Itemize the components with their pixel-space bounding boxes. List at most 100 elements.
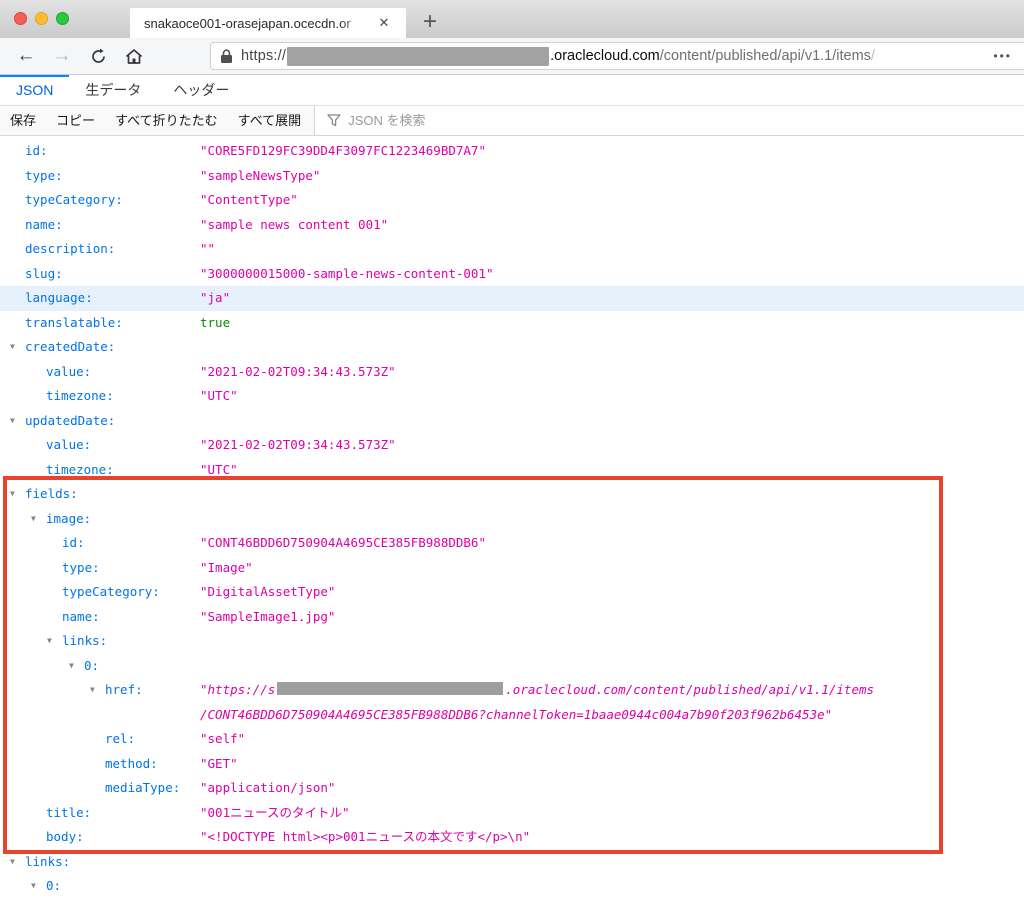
json-value: "CORE5FD129FC39DD4F3097FC1223469BD7A7" [200, 143, 486, 158]
twisty-icon[interactable]: ▼ [10, 850, 15, 875]
forward-icon[interactable]: → [44, 41, 80, 71]
tab-title: snakaoce001-orasejapan.ocecdn.or [144, 16, 370, 31]
new-tab-button[interactable]: + [414, 8, 446, 38]
json-value: "application/json" [200, 780, 335, 795]
twisty-icon[interactable]: ▼ [90, 678, 95, 703]
json-key: id: [25, 139, 48, 164]
json-row: ▼ image: [0, 507, 1024, 532]
json-rows: id: "CORE5FD129FC39DD4F3097FC1223469BD7A7… [0, 136, 1024, 898]
json-row: ▼ links: [0, 629, 1024, 654]
url-bar[interactable]: https:// .oraclecloud.com /content/publi… [210, 42, 1024, 70]
json-row: description:"" [0, 237, 1024, 262]
twisty-icon[interactable]: ▼ [10, 409, 15, 434]
json-key: createdDate: [25, 335, 115, 360]
json-row: id: "CORE5FD129FC39DD4F3097FC1223469BD7A7… [0, 139, 1024, 164]
json-value: "ja" [200, 290, 230, 305]
json-value: "Image" [200, 560, 253, 575]
json-row: value:"2021-02-02T09:34:43.573Z" [0, 360, 1024, 385]
json-value: "self" [200, 731, 245, 746]
json-row: ▼ links: [0, 850, 1024, 875]
json-row: typeCategory:"DigitalAssetType" [0, 580, 1024, 605]
json-value: "sample news content 001" [200, 217, 388, 232]
toolbar-buttons: 保存コピーすべて折りたたむすべて展開 [0, 106, 311, 135]
window-zoom-button[interactable] [56, 12, 69, 25]
toolbar-button[interactable]: コピー [46, 106, 105, 135]
twisty-icon[interactable]: ▼ [47, 629, 52, 654]
json-key: value: [46, 433, 91, 458]
viewer-tab-ヘッダー[interactable]: ヘッダー [157, 75, 245, 105]
twisty-icon[interactable]: ▼ [31, 507, 36, 532]
json-row: ▼ createdDate: [0, 335, 1024, 360]
json-filter-input[interactable] [348, 113, 1024, 128]
window-minimize-button[interactable] [35, 12, 48, 25]
json-value: "https://s.oraclecloud.com/content/publi… [200, 682, 874, 722]
window-close-button[interactable] [14, 12, 27, 25]
twisty-icon[interactable]: ▼ [69, 654, 74, 679]
json-key: updatedDate: [25, 409, 115, 434]
json-key: links: [62, 629, 107, 654]
json-row: ▼ fields: [0, 482, 1024, 507]
json-value: "001ニュースのタイトル" [200, 805, 350, 820]
json-value: "2021-02-02T09:34:43.573Z" [200, 364, 396, 379]
json-value: "UTC" [200, 388, 238, 403]
toolbar-button[interactable]: すべて折りたたむ [105, 106, 228, 135]
json-key: 0: [84, 654, 99, 679]
json-key: slug: [25, 262, 63, 287]
json-key: typeCategory: [25, 188, 123, 213]
json-row: name:"SampleImage1.jpg" [0, 605, 1024, 630]
home-icon[interactable] [116, 41, 152, 71]
json-key: links: [25, 850, 70, 875]
viewer-tab-JSON[interactable]: JSON [0, 75, 69, 105]
json-row: mediaType:"application/json" [0, 776, 1024, 801]
json-value: "2021-02-02T09:34:43.573Z" [200, 437, 396, 452]
back-icon[interactable]: ← [8, 41, 44, 71]
json-viewer-toolbar: 保存コピーすべて折りたたむすべて展開 [0, 106, 1024, 136]
url-path: /content/published/api/v1.1/items [660, 48, 871, 64]
browser-tab[interactable]: snakaoce001-orasejapan.ocecdn.or ✕ [130, 8, 406, 38]
json-value: "" [200, 241, 215, 256]
json-value: "UTC" [200, 462, 238, 477]
json-key: image: [46, 507, 91, 532]
json-row: ▼ updatedDate: [0, 409, 1024, 434]
json-value: "DigitalAssetType" [200, 584, 335, 599]
json-value: "<!DOCTYPE html><p>001ニュースの本文です</p>\n" [200, 829, 530, 844]
json-row: slug:"3000000015000-sample-news-content-… [0, 262, 1024, 287]
url-scheme: https:// [241, 48, 286, 64]
json-row: ▼0: [0, 874, 1024, 898]
json-row: body: "<!DOCTYPE html><p>001ニュースの本文です</p>… [0, 825, 1024, 850]
json-key: timezone: [46, 458, 114, 483]
tab-close-icon[interactable]: ✕ [370, 15, 398, 31]
twisty-icon[interactable]: ▼ [31, 874, 36, 898]
json-key: body: [46, 825, 84, 850]
json-key: id: [62, 531, 85, 556]
json-key: href: [105, 678, 143, 703]
json-row: type:"Image" [0, 556, 1024, 581]
json-row: rel: "self" [0, 727, 1024, 752]
json-row: timezone:"UTC" [0, 384, 1024, 409]
value-redaction [277, 682, 503, 695]
traffic-lights [14, 12, 69, 25]
json-row: name: "sample news content 001" [0, 213, 1024, 238]
json-key: fields: [25, 482, 78, 507]
json-key: language: [25, 286, 93, 311]
json-key: rel: [105, 727, 135, 752]
reload-icon[interactable] [80, 41, 116, 71]
json-key: type: [25, 164, 63, 189]
tab-bar: snakaoce001-orasejapan.ocecdn.or ✕ + [0, 0, 1024, 38]
json-row: timezone: "UTC" [0, 458, 1024, 483]
json-key: name: [25, 213, 63, 238]
url-path-tail: / [871, 48, 875, 64]
tab-title-fade [340, 16, 370, 31]
page-actions-icon[interactable]: ••• [993, 49, 1012, 63]
filter-icon [327, 114, 341, 127]
json-row: method:"GET" [0, 752, 1024, 777]
json-key: translatable: [25, 311, 123, 336]
viewer-tab-生データ[interactable]: 生データ [69, 75, 157, 105]
json-value: "SampleImage1.jpg" [200, 609, 335, 624]
twisty-icon[interactable]: ▼ [10, 335, 15, 360]
twisty-icon[interactable]: ▼ [10, 482, 15, 507]
json-row: type:"sampleNewsType" [0, 164, 1024, 189]
toolbar-button[interactable]: すべて展開 [228, 106, 312, 135]
toolbar-button[interactable]: 保存 [0, 106, 46, 135]
filter-box [315, 106, 1024, 135]
